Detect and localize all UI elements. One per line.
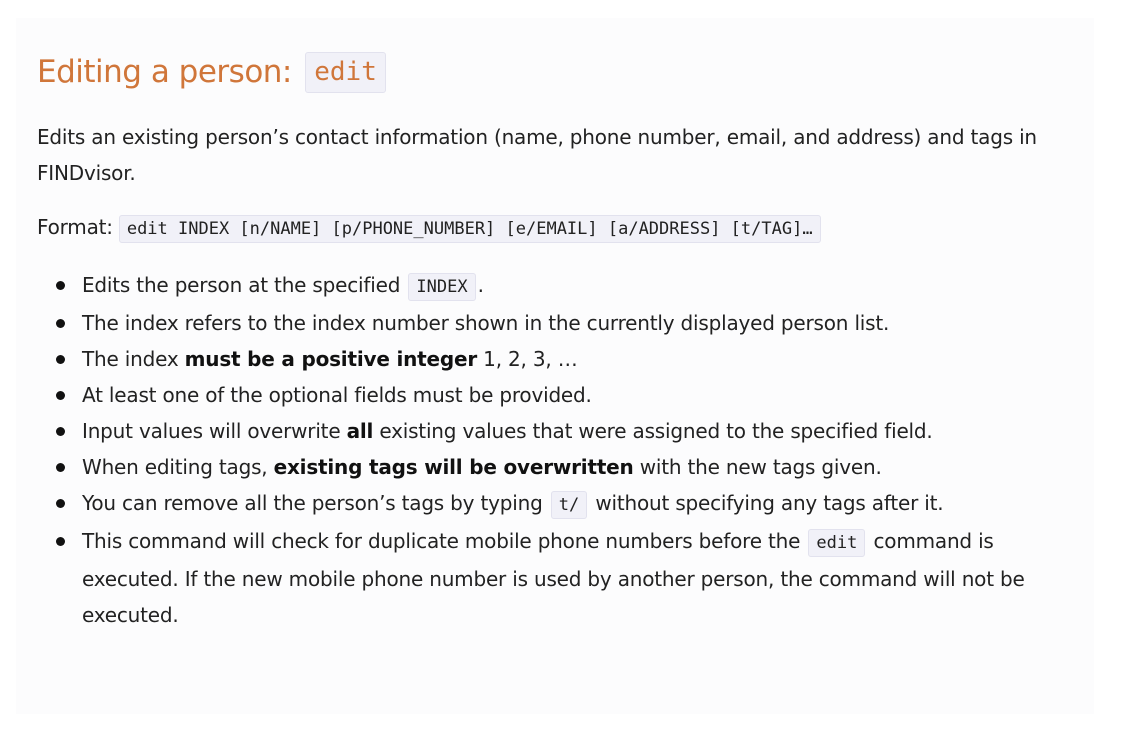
inline-code: t/ bbox=[550, 491, 588, 519]
inline-code: INDEX bbox=[408, 273, 476, 301]
rules-list: Edits the person at the specified INDEX.… bbox=[37, 267, 1092, 633]
section-description: Edits an existing person’s contact infor… bbox=[37, 125, 1037, 185]
bullet-dot-icon bbox=[56, 319, 65, 328]
list-item-text: existing values that were assigned to th… bbox=[373, 419, 933, 443]
list-item-text: 1, 2, 3, … bbox=[477, 347, 578, 371]
bold-text: existing tags will be overwritten bbox=[273, 455, 634, 479]
list-item: Input values will overwrite all existing… bbox=[56, 413, 1092, 449]
format-line: Format: edit INDEX [n/NAME] [p/PHONE_NUMB… bbox=[37, 209, 1077, 247]
list-item-text: Edits the person at the specified bbox=[82, 273, 407, 297]
format-code: edit INDEX [n/NAME] [p/PHONE_NUMBER] [e/… bbox=[118, 215, 821, 243]
list-item: You can remove all the person’s tags by … bbox=[56, 485, 1092, 523]
list-item: This command will check for duplicate mo… bbox=[56, 523, 1092, 633]
list-item-text: This command will check for duplicate mo… bbox=[82, 529, 807, 553]
section-content: Editing a person: edit Edits an existing… bbox=[37, 51, 1077, 633]
format-label: Format: bbox=[37, 215, 113, 239]
list-item-text: The index refers to the index number sho… bbox=[82, 311, 890, 335]
bullet-dot-icon bbox=[56, 463, 65, 472]
list-item: Edits the person at the specified INDEX. bbox=[56, 267, 1092, 305]
list-item: At least one of the optional fields must… bbox=[56, 377, 1092, 413]
list-item: The index must be a positive integer 1, … bbox=[56, 341, 1092, 377]
bullet-dot-icon bbox=[56, 427, 65, 436]
list-item: The index refers to the index number sho… bbox=[56, 305, 1092, 341]
list-item-text: When editing tags, bbox=[82, 455, 274, 479]
bullet-dot-icon bbox=[56, 355, 65, 364]
inline-code: edit bbox=[808, 529, 866, 557]
list-item-text: without specifying any tags after it. bbox=[589, 491, 944, 515]
bullet-dot-icon bbox=[56, 499, 65, 508]
list-item: When editing tags, existing tags will be… bbox=[56, 449, 1092, 485]
list-item-text: with the new tags given. bbox=[633, 455, 882, 479]
list-item-text: Input values will overwrite bbox=[82, 419, 347, 443]
list-item-text: You can remove all the person’s tags by … bbox=[82, 491, 549, 515]
bullet-dot-icon bbox=[56, 281, 65, 290]
bold-text: must be a positive integer bbox=[184, 347, 478, 371]
bold-text: all bbox=[346, 419, 374, 443]
list-item-text: . bbox=[477, 273, 484, 297]
heading-command-code: edit bbox=[305, 52, 386, 93]
section-heading: Editing a person: edit bbox=[37, 51, 1077, 93]
bullet-dot-icon bbox=[56, 391, 65, 400]
content-panel: Editing a person: edit Edits an existing… bbox=[16, 18, 1094, 714]
bullet-dot-icon bbox=[56, 537, 65, 546]
list-item-text: At least one of the optional fields must… bbox=[82, 383, 592, 407]
section-heading-text: Editing a person: bbox=[37, 54, 292, 90]
list-item-text: The index bbox=[82, 347, 185, 371]
